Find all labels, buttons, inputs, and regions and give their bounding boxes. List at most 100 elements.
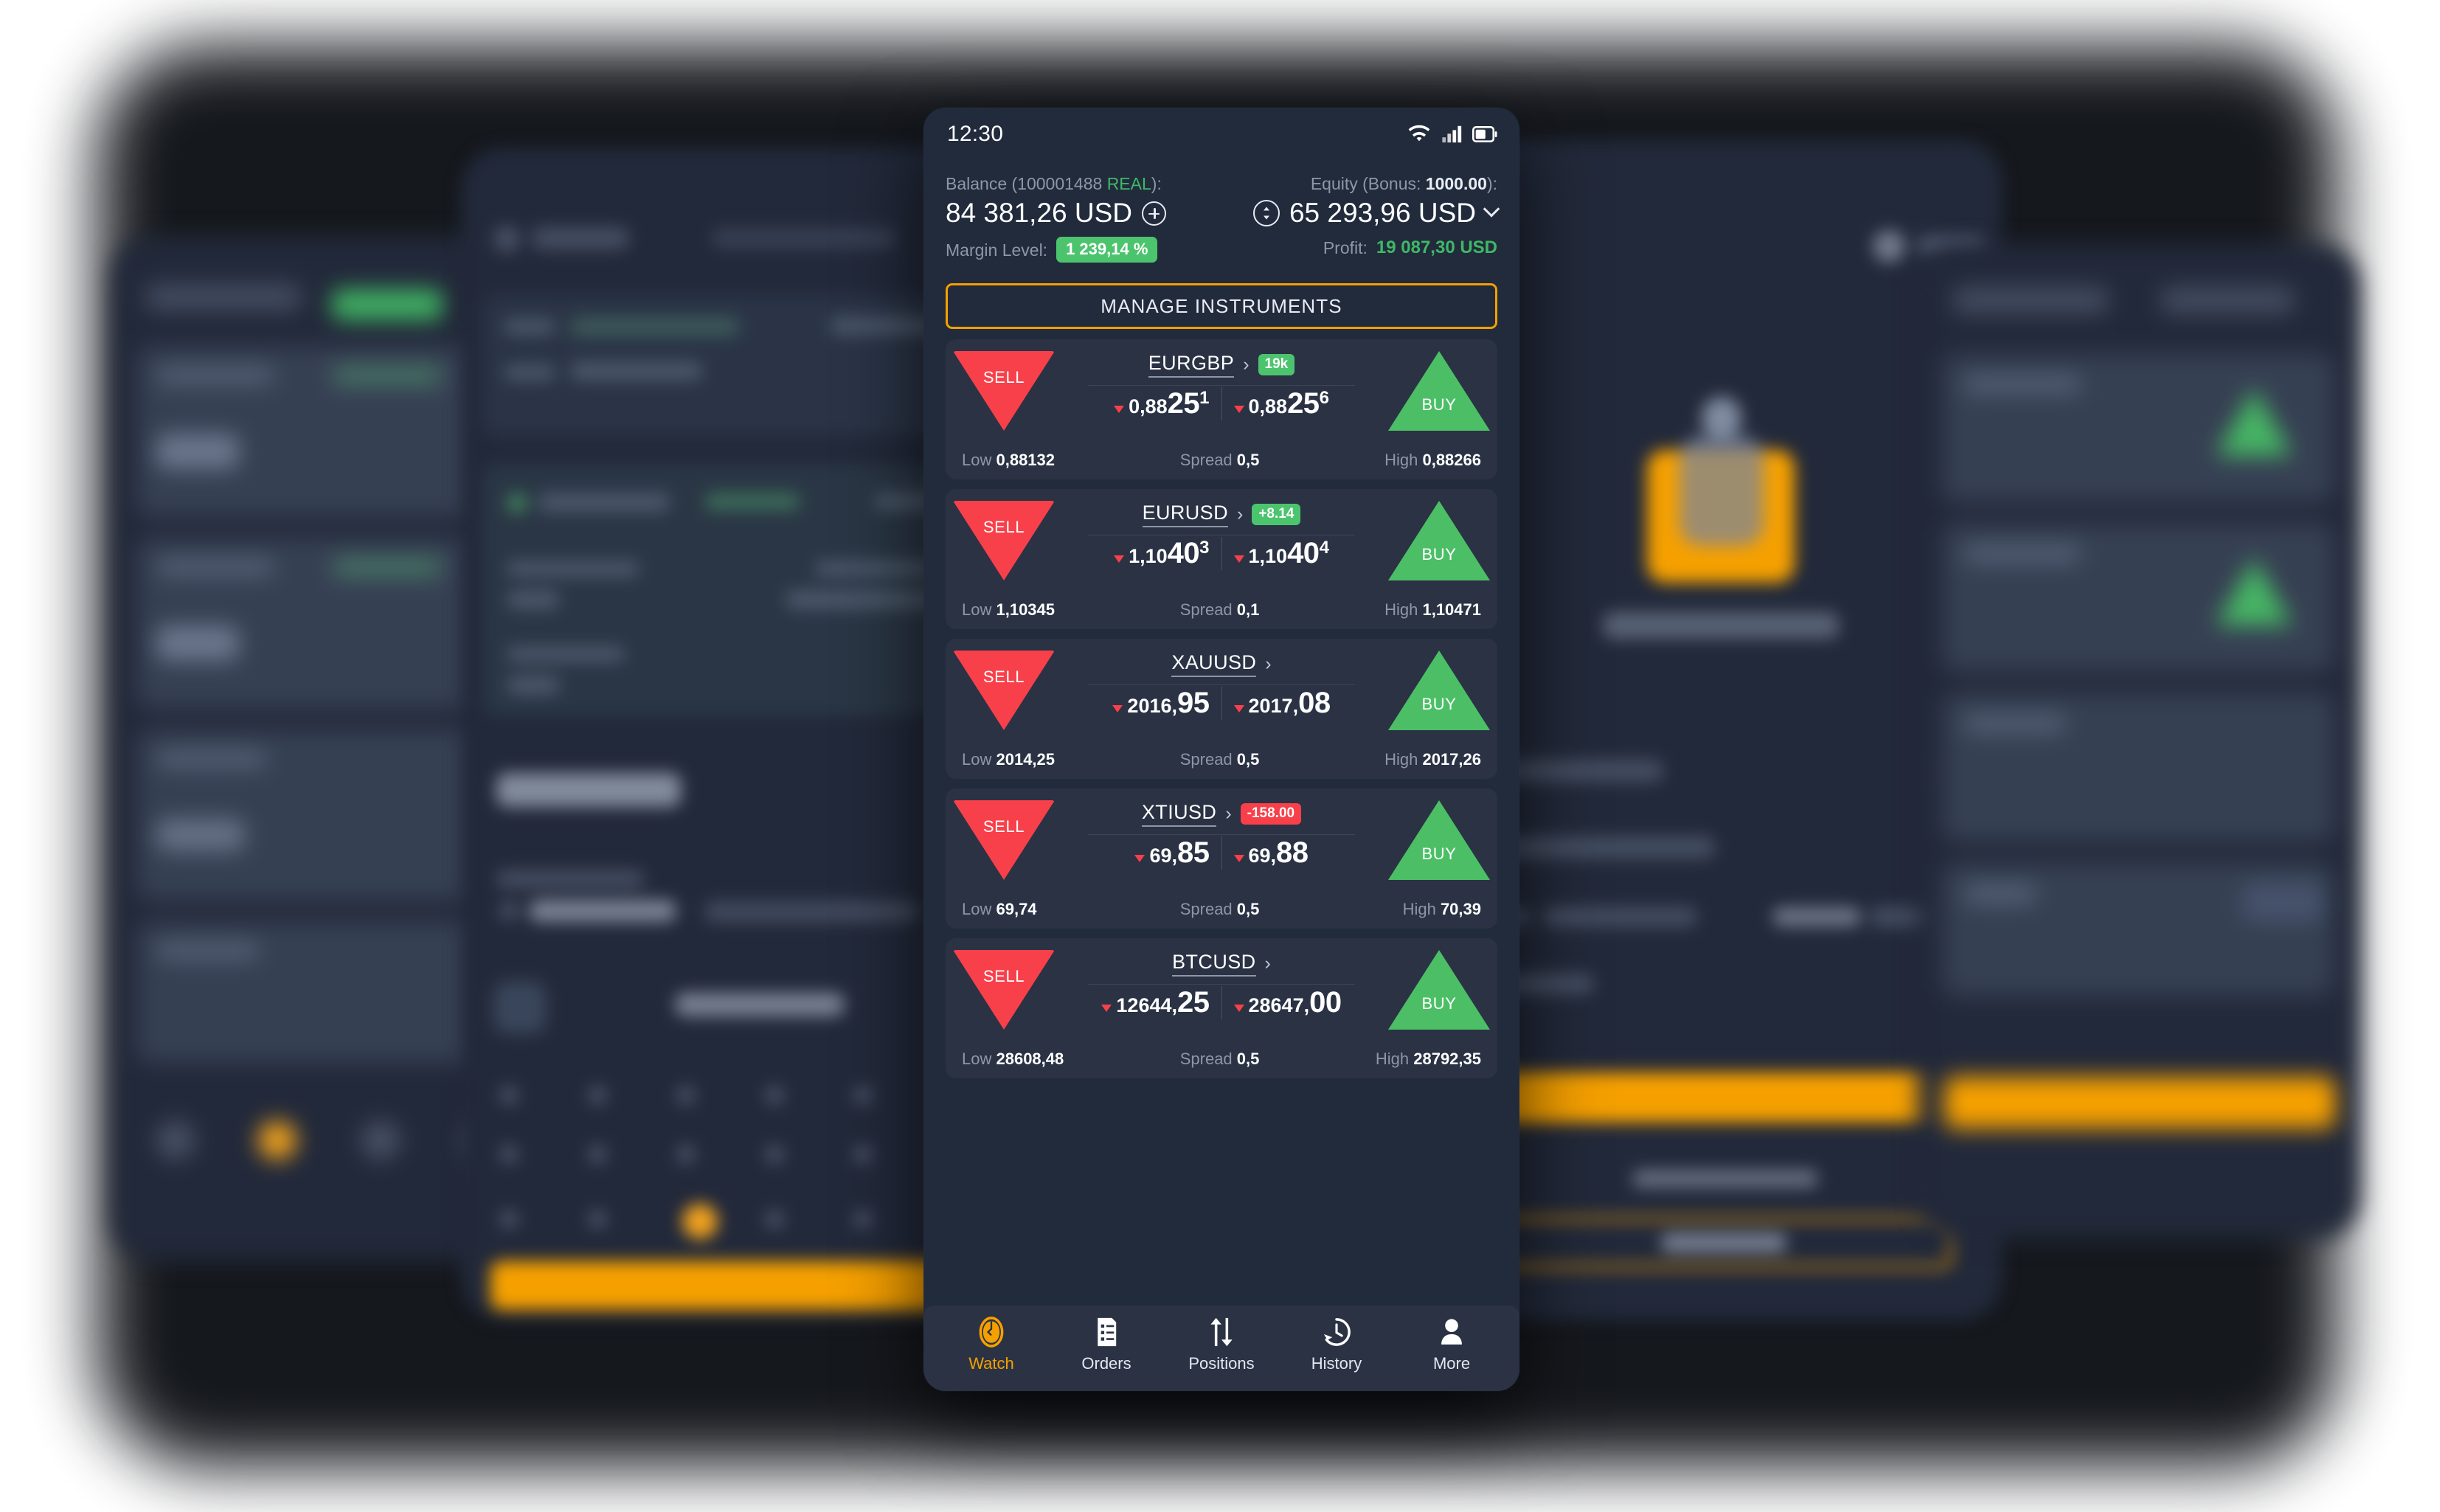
sell-price[interactable]: 69, 85 [1123,836,1221,870]
high-stat: High 1,10471 [1384,600,1481,619]
buy-label: BUY [1421,845,1457,863]
buy-price-prefix: 69, [1248,845,1277,867]
sell-price-prefix: 0,88 [1129,395,1168,417]
buy-button[interactable]: BUY [1388,501,1490,580]
price-down-tick-icon [1114,405,1125,413]
sell-price[interactable]: 2016, 95 [1101,687,1221,720]
sell-button-cell[interactable]: SELL [946,946,1062,1043]
foreground-phone-watchlist: 12:30 Balance (100001488 REAL): 84 381,2… [923,108,1519,1391]
instrument-symbol[interactable]: EURGBP [1148,352,1235,378]
margin-level-badge: 1 239,14 % [1056,237,1158,263]
nav-label: More [1432,1354,1471,1373]
nav-item-watch[interactable]: Watch [936,1316,1047,1373]
sell-button-cell[interactable]: SELL [946,646,1062,743]
price-pair: 2016, 95 2017, 08 [1101,687,1342,720]
chevron-right-icon[interactable]: › [1225,804,1231,823]
instrument-symbol[interactable]: EURUSD [1142,502,1228,527]
sell-price[interactable]: 1,10 40 3 [1102,537,1221,570]
instrument-symbol[interactable]: XTIUSD [1141,801,1217,827]
instrument-symbol[interactable]: XAUUSD [1171,651,1257,677]
nav-item-history[interactable]: History [1281,1316,1392,1373]
divider [1087,984,1356,985]
instrument-symbol[interactable]: BTCUSD [1172,951,1256,977]
sell-button-cell[interactable]: SELL [946,496,1062,594]
nav-item-orders[interactable]: Orders [1051,1316,1162,1373]
divider [1087,385,1356,386]
buy-label: BUY [1421,695,1457,713]
buy-button[interactable]: BUY [1388,651,1490,730]
sell-price-prefix: 69, [1149,845,1177,867]
high-stat: High 70,39 [1402,900,1481,918]
sell-button[interactable]: SELL [953,800,1055,880]
instrument-card[interactable]: SELL XAUUSD › 2016, 95 2017, 08 BUY Low … [946,639,1497,779]
instrument-change-badge: 19k [1258,353,1295,375]
buy-button[interactable]: BUY [1388,950,1490,1030]
chevron-right-icon[interactable]: › [1265,954,1271,973]
high-stat: High 0,88266 [1384,451,1481,469]
sell-button[interactable]: SELL [953,950,1055,1030]
buy-button-cell[interactable]: BUY [1381,946,1497,1043]
buy-price-main: 25 [1287,387,1320,420]
buy-label: BUY [1421,545,1457,563]
sell-price[interactable]: 0,88 25 1 [1102,387,1221,420]
buy-price-main: 08 [1298,687,1331,719]
price-down-tick-icon [1233,854,1244,862]
buy-price[interactable]: 1,10 40 4 [1221,537,1341,570]
buy-button-cell[interactable]: BUY [1381,496,1497,594]
sell-label: SELL [982,518,1025,536]
equity-value-row[interactable]: 65 293,96 USD [1252,195,1500,232]
instrument-change-badge: -158.00 [1240,802,1302,825]
high-stat: High 28792,35 [1375,1050,1481,1068]
sell-button[interactable]: SELL [953,501,1055,580]
buy-price[interactable]: 28647, 00 [1221,986,1354,1019]
low-stat: Low 2014,25 [962,750,1056,769]
chevron-right-icon[interactable]: › [1265,654,1271,673]
instrument-stats: Low 2014,25 Spread 0,5 High 2017,26 [946,743,1497,779]
price-down-tick-icon [1233,405,1244,413]
sell-button[interactable]: SELL [953,351,1055,431]
buy-price-main: 00 [1309,986,1342,1019]
buy-button-cell[interactable]: BUY [1381,646,1497,743]
updown-arrows-circle-icon [1252,200,1280,226]
buy-price-prefix: 1,10 [1248,545,1288,567]
sell-button-cell[interactable]: SELL [946,796,1062,893]
manage-instruments-button[interactable]: MANAGE INSTRUMENTS [946,283,1497,329]
sell-price-main: 95 [1177,687,1210,719]
instrument-card[interactable]: SELL EURGBP › 19k 0,88 25 1 0,88 25 6 BU… [946,339,1497,479]
buy-price-prefix: 2017, [1248,695,1299,717]
sell-button[interactable]: SELL [953,651,1055,730]
price-pair: 0,88 25 1 0,88 25 6 [1102,387,1341,420]
instrument-card[interactable]: SELL BTCUSD › 12644, 25 28647, 00 BUY Lo… [946,938,1497,1078]
chevron-right-icon[interactable]: › [1237,504,1243,524]
buy-price[interactable]: 0,88 25 6 [1221,387,1341,420]
price-down-tick-icon [1233,1004,1244,1012]
nav-item-more[interactable]: More [1396,1316,1507,1373]
price-pair: 69, 85 69, 88 [1123,836,1320,870]
spread-stat: Spread 0,5 [1179,900,1260,918]
buy-price[interactable]: 69, 88 [1221,836,1320,870]
buy-button[interactable]: BUY [1388,800,1490,880]
buy-price-pip: 6 [1319,388,1329,408]
buy-price[interactable]: 2017, 08 [1221,687,1342,720]
low-stat: Low 1,10345 [962,600,1056,619]
price-pair: 1,10 40 3 1,10 40 4 [1102,537,1341,570]
sell-label: SELL [982,368,1025,386]
nav-item-positions[interactable]: Positions [1166,1316,1277,1373]
buy-button-cell[interactable]: BUY [1381,347,1497,444]
instrument-card[interactable]: SELL XTIUSD › -158.00 69, 85 69, 88 BUY … [946,788,1497,929]
sell-label: SELL [982,817,1025,836]
wifi-icon [1408,125,1430,142]
buy-button-cell[interactable]: BUY [1381,796,1497,893]
profit-value: 19 087,30 USD [1376,237,1497,257]
plus-circle-icon[interactable] [1142,201,1167,226]
high-stat: High 2017,26 [1384,750,1481,769]
chevron-right-icon[interactable]: › [1243,355,1249,374]
spread-stat: Spread 0,5 [1179,451,1260,469]
spread-stat: Spread 0,5 [1179,1050,1260,1068]
instrument-card[interactable]: SELL EURUSD › +8.14 1,10 40 3 1,10 40 4 … [946,489,1497,629]
sell-button-cell[interactable]: SELL [946,347,1062,444]
sell-price[interactable]: 12644, 25 [1089,986,1221,1019]
price-down-tick-icon [1114,555,1125,563]
buy-button[interactable]: BUY [1388,351,1490,431]
chevron-down-icon[interactable] [1483,201,1500,218]
